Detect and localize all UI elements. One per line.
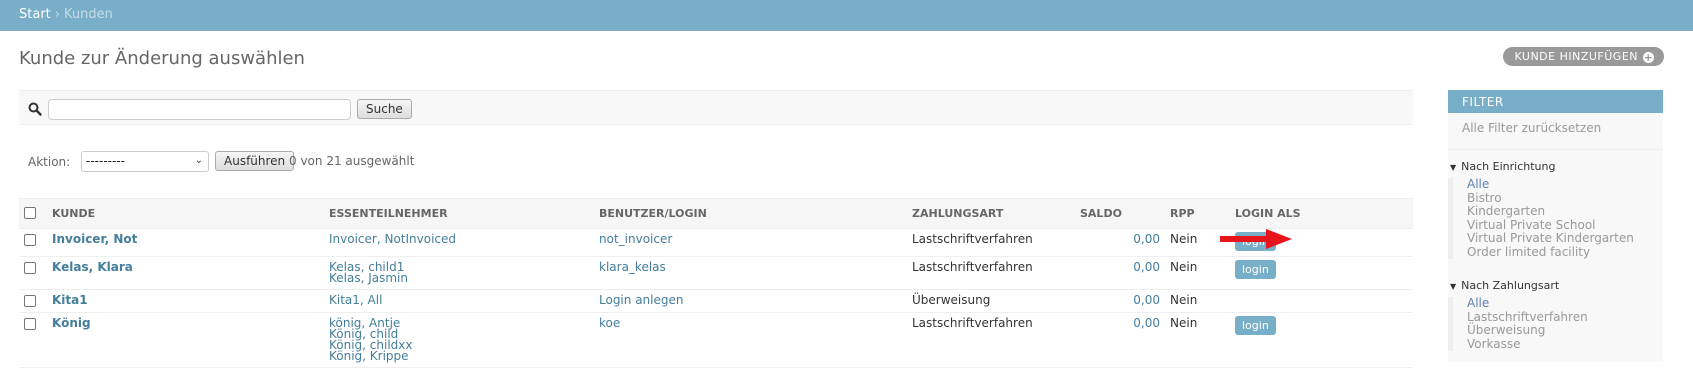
filter-group-title[interactable]: ▼ Nach Zahlungsart (1450, 279, 1663, 292)
kunde-link[interactable]: Invoicer, Not (52, 232, 137, 246)
page-title: Kunde zur Änderung auswählen (19, 48, 305, 69)
filter-title: FILTER (1448, 90, 1663, 113)
actions-selected-value: --------- (86, 154, 125, 168)
create-login-link[interactable]: Login anlegen (599, 293, 683, 307)
filter-item[interactable]: Virtual Private Kindergarten (1467, 231, 1663, 246)
select-all-checkbox[interactable] (24, 207, 36, 219)
table-row: Kelas, Klara Kelas, child1 Kelas, Jasmin… (19, 256, 1413, 290)
row-checkbox-cell (19, 312, 47, 368)
filter-group-label: Nach Einrichtung (1461, 160, 1556, 173)
add-customer-label: KUNDE HINZUFÜGEN (1514, 50, 1638, 63)
teilnehmer-link[interactable]: Kelas, Jasmin (329, 271, 408, 285)
breadcrumb: Start › Kunden (0, 0, 1693, 31)
login-as-empty-cell (1230, 289, 1413, 313)
search-button[interactable]: Suche (357, 99, 412, 119)
filter-item[interactable]: Virtual Private School (1467, 218, 1663, 233)
benutzer-link[interactable]: klara_kelas (599, 260, 666, 274)
actions-bar: Aktion: --------- ⌄ Ausführen 0 von 21 a… (19, 146, 719, 176)
table-header-row: KUNDE ESSENTEILNEHMER BENUTZER/LOGIN ZAH… (19, 198, 1413, 229)
header-saldo[interactable]: SALDO (1075, 198, 1165, 229)
triangle-down-icon: ▼ (1450, 163, 1457, 172)
filter-list: Alle Lastschriftverfahren Überweisung Vo… (1448, 296, 1663, 352)
filter-item[interactable]: Kindergarten (1467, 204, 1663, 219)
table-row: Invoicer, Not Invoicer, NotInvoiced not_… (19, 228, 1413, 257)
saldo-link[interactable]: 0,00 (1133, 260, 1160, 274)
kunde-link[interactable]: Kelas, Klara (52, 260, 133, 274)
add-customer-button[interactable]: KUNDE HINZUFÜGEN + (1503, 47, 1664, 66)
actions-select[interactable]: --------- ⌄ (81, 151, 209, 172)
rpp-cell: Nein (1165, 312, 1230, 368)
chevron-down-icon: ⌄ (194, 155, 203, 166)
actions-label: Aktion: (28, 155, 71, 169)
run-action-button[interactable]: Ausführen (215, 151, 295, 171)
teilnehmer-link[interactable]: Invoicer, NotInvoiced (329, 232, 456, 246)
search-toolbar: Suche (19, 90, 1413, 125)
benutzer-link[interactable]: not_invoicer (599, 232, 672, 246)
selection-counter: 0 von 21 ausgewählt (289, 154, 415, 168)
table-row: Kita1 Kita1, All Login anlegen Überweisu… (19, 289, 1413, 313)
login-as-button[interactable]: login (1235, 316, 1276, 335)
filter-item[interactable]: Bistro (1467, 191, 1663, 206)
login-as-button[interactable]: login (1235, 260, 1276, 279)
header-rpp[interactable]: RPP (1165, 198, 1230, 229)
filter-reset-link[interactable]: Alle Filter zurücksetzen (1448, 113, 1663, 150)
rpp-cell: Nein (1165, 289, 1230, 313)
plus-icon: + (1643, 51, 1654, 64)
header-essenteilnehmer[interactable]: ESSENTEILNEHMER (324, 198, 594, 229)
saldo-link[interactable]: 0,00 (1133, 316, 1160, 330)
rpp-cell: Nein (1165, 256, 1230, 290)
filter-group-title[interactable]: ▼ Nach Einrichtung (1450, 160, 1663, 173)
row-checkbox[interactable] (24, 262, 36, 274)
teilnehmer-link[interactable]: Kita1, All (329, 293, 382, 307)
row-checkbox[interactable] (24, 318, 36, 330)
zahlungsart-cell: Lastschriftverfahren (907, 256, 1075, 290)
filter-sidebar: FILTER Alle Filter zurücksetzen ▼ Nach Ei… (1448, 90, 1663, 362)
filter-item[interactable]: Überweisung (1467, 323, 1663, 338)
zahlungsart-cell: Lastschriftverfahren (907, 228, 1075, 257)
filter-group-label: Nach Zahlungsart (1461, 279, 1560, 292)
filter-item[interactable]: Order limited facility (1467, 245, 1663, 260)
results-table: KUNDE ESSENTEILNEHMER BENUTZER/LOGIN ZAH… (19, 198, 1413, 368)
search-input[interactable] (48, 99, 351, 120)
kunde-link[interactable]: König (52, 316, 91, 330)
filter-item[interactable]: Vorkasse (1467, 337, 1663, 352)
filter-item[interactable]: Lastschriftverfahren (1467, 310, 1663, 325)
teilnehmer-link[interactable]: König, Krippe (329, 349, 409, 363)
select-all-cell (19, 198, 47, 229)
search-icon (28, 102, 42, 116)
filter-item[interactable]: Alle (1467, 296, 1663, 311)
header-kunde[interactable]: KUNDE (47, 198, 324, 229)
benutzer-link[interactable]: koe (599, 316, 620, 330)
row-checkbox-cell (19, 228, 47, 257)
header-benutzer[interactable]: BENUTZER/LOGIN (594, 198, 907, 229)
saldo-link[interactable]: 0,00 (1133, 293, 1160, 307)
filter-item[interactable]: Alle (1467, 177, 1663, 192)
breadcrumb-home[interactable]: Start (19, 7, 51, 22)
header-login-als: LOGIN ALS (1230, 198, 1413, 229)
row-checkbox[interactable] (24, 234, 36, 246)
breadcrumb-current: Kunden (63, 7, 113, 22)
zahlungsart-cell: Lastschriftverfahren (907, 312, 1075, 368)
red-arrow-annotation-icon (1220, 229, 1292, 249)
row-checkbox-cell (19, 256, 47, 290)
saldo-link[interactable]: 0,00 (1133, 232, 1160, 246)
filter-list: Alle Bistro Kindergarten Virtual Private… (1448, 177, 1663, 260)
zahlungsart-cell: Überweisung (907, 289, 1075, 313)
row-checkbox[interactable] (24, 295, 36, 307)
header-zahlungsart[interactable]: ZAHLUNGSART (907, 198, 1075, 229)
table-row: König könig, Antje König, child König, c… (19, 312, 1413, 368)
kunde-link[interactable]: Kita1 (52, 293, 88, 307)
breadcrumb-separator: › (54, 7, 60, 22)
triangle-down-icon: ▼ (1450, 282, 1457, 291)
row-checkbox-cell (19, 289, 47, 313)
